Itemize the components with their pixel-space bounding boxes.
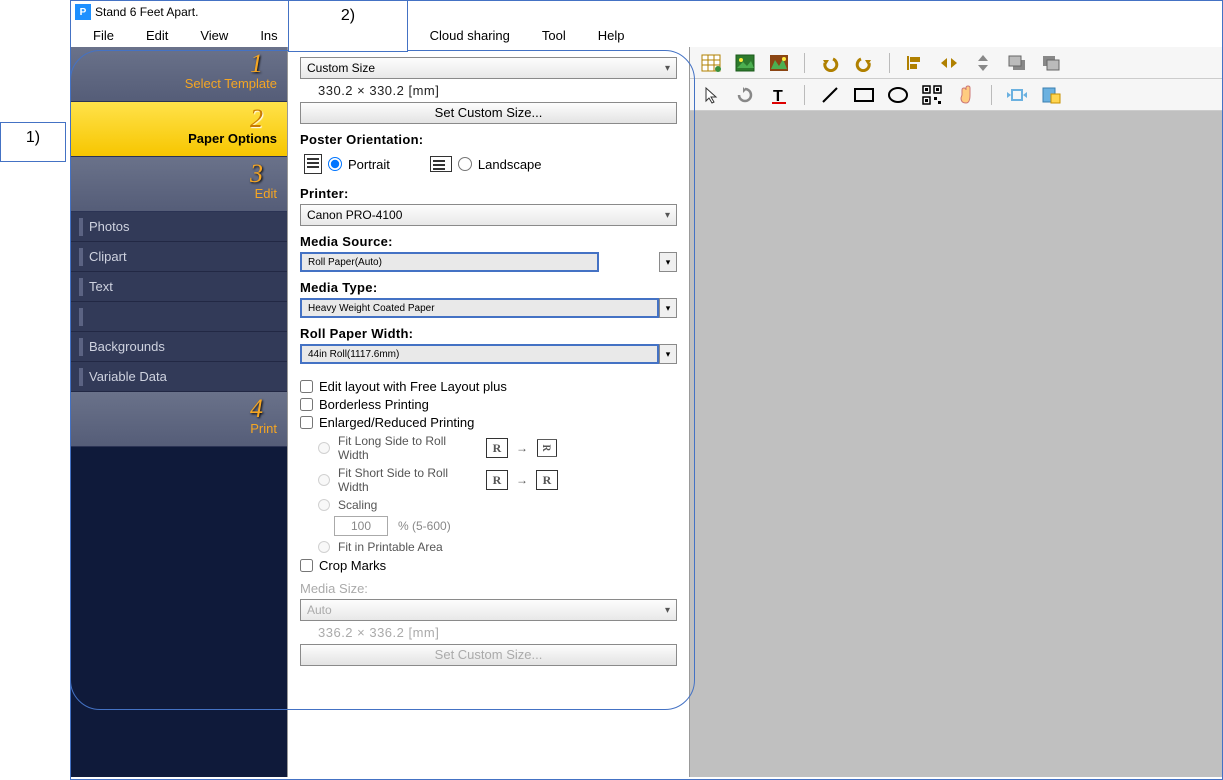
arrow-right-icon: → xyxy=(516,441,528,455)
printer-label: Printer: xyxy=(300,186,677,201)
app-window: P Stand 6 Feet Apart. rArtist File Edit … xyxy=(70,0,1223,780)
media-type-label: Media Type: xyxy=(300,280,677,295)
qr-code-icon[interactable] xyxy=(919,83,945,107)
bring-front-icon[interactable] xyxy=(1004,51,1030,75)
portrait-icon xyxy=(304,154,322,174)
sidebar-item-blank[interactable] xyxy=(71,302,287,332)
menu-cloud-sharing[interactable]: Cloud sharing xyxy=(414,26,526,45)
svg-text:T: T xyxy=(773,88,783,104)
sidebar-item-photos[interactable]: Photos xyxy=(71,212,287,242)
free-layout-checkbox[interactable] xyxy=(300,380,313,393)
poster-orientation-label: Poster Orientation: xyxy=(300,132,677,147)
line-icon[interactable] xyxy=(817,83,843,107)
grid-icon[interactable] xyxy=(698,51,724,75)
roll-width-label: Roll Paper Width: xyxy=(300,326,677,341)
sidebar: 1 Select Template 2 Paper Options 3 Edit… xyxy=(71,47,287,777)
callout-1: 1) xyxy=(0,122,66,162)
step-label: Select Template xyxy=(185,76,277,91)
portrait-radio[interactable] xyxy=(328,157,342,171)
window-title: Stand 6 Feet Apart. xyxy=(95,5,198,19)
app-icon: P xyxy=(75,4,91,20)
mountains-icon[interactable] xyxy=(766,51,792,75)
chevron-down-icon[interactable]: ▾ xyxy=(659,344,677,364)
printer-dropdown[interactable]: Canon PRO-4100 ▾ xyxy=(300,204,677,226)
step-print[interactable]: 4 Print xyxy=(71,392,287,447)
borderless-checkbox[interactable] xyxy=(300,398,313,411)
sidebar-item-text[interactable]: Text xyxy=(71,272,287,302)
media-type-select[interactable]: Heavy Weight Coated Paper xyxy=(300,298,659,318)
crop-marks-checkbox[interactable] xyxy=(300,559,313,572)
toolbar-primary xyxy=(690,47,1222,79)
fit-short-side-radio[interactable]: Fit Short Side to Roll Width R → R xyxy=(318,466,677,494)
resize-icon[interactable] xyxy=(1004,83,1030,107)
chevron-down-icon: ▾ xyxy=(665,605,670,616)
r-icon: R xyxy=(536,470,558,490)
arrow-right-icon: → xyxy=(516,473,528,487)
canvas-area: T xyxy=(690,47,1222,777)
media-source-select[interactable]: Roll Paper(Auto) xyxy=(300,252,599,272)
step-label: Paper Options xyxy=(188,131,277,146)
hand-icon[interactable] xyxy=(953,83,979,107)
rotate-icon[interactable] xyxy=(732,83,758,107)
scaling-radio[interactable]: Scaling xyxy=(318,498,677,512)
chevron-down-icon[interactable]: ▾ xyxy=(659,252,677,272)
step-select-template[interactable]: 1 Select Template xyxy=(71,47,287,102)
rectangle-icon[interactable] xyxy=(851,83,877,107)
sidebar-item-backgrounds[interactable]: Backgrounds xyxy=(71,332,287,362)
set-custom-size-button-2: Set Custom Size... xyxy=(300,644,677,666)
fit-printable-radio[interactable]: Fit in Printable Area xyxy=(318,540,677,554)
landscape-icon xyxy=(430,156,452,172)
media-source-label: Media Source: xyxy=(300,234,677,249)
fit-long-side-radio[interactable]: Fit Long Side to Roll Width R → R xyxy=(318,434,677,462)
sidebar-item-variable-data[interactable]: Variable Data xyxy=(71,362,287,392)
flip-horizontal-icon[interactable] xyxy=(936,51,962,75)
media-size-label: Media Size: xyxy=(300,581,677,596)
menubar: File Edit View Ins Cloud sharing Tool He… xyxy=(71,23,1222,47)
menu-tool[interactable]: Tool xyxy=(526,26,582,45)
menu-help[interactable]: Help xyxy=(582,26,641,45)
r-rotated-icon: R xyxy=(537,439,557,457)
set-custom-size-button[interactable]: Set Custom Size... xyxy=(300,102,677,124)
chevron-down-icon[interactable]: ▾ xyxy=(659,298,677,318)
pointer-icon[interactable] xyxy=(698,83,724,107)
toolbar-secondary: T xyxy=(690,79,1222,111)
undo-icon[interactable] xyxy=(817,51,843,75)
chevron-down-icon: ▾ xyxy=(665,63,670,74)
image-icon[interactable] xyxy=(732,51,758,75)
paper-options-panel: Custom Size ▾ 330.2 × 330.2 [mm] Set Cus… xyxy=(287,47,690,777)
landscape-radio[interactable] xyxy=(458,157,472,171)
scale-input[interactable]: 100 xyxy=(334,516,388,536)
menu-file[interactable]: File xyxy=(77,26,130,45)
poster-size-dim: 330.2 × 330.2 [mm] xyxy=(300,79,677,102)
sidebar-item-clipart[interactable]: Clipart xyxy=(71,242,287,272)
menu-edit[interactable]: Edit xyxy=(130,26,184,45)
chevron-down-icon: ▾ xyxy=(665,210,670,221)
redo-icon[interactable] xyxy=(851,51,877,75)
ellipse-icon[interactable] xyxy=(885,83,911,107)
properties-icon[interactable] xyxy=(1038,83,1064,107)
r-icon: R xyxy=(486,438,508,458)
orientation-portrait[interactable]: Portrait xyxy=(304,154,390,174)
media-size-dropdown: Auto ▾ xyxy=(300,599,677,621)
enlarged-reduced-checkbox[interactable] xyxy=(300,416,313,429)
send-back-icon[interactable] xyxy=(1038,51,1064,75)
align-left-icon[interactable] xyxy=(902,51,928,75)
callout-2: 2) xyxy=(288,0,408,52)
step-edit[interactable]: 3 Edit xyxy=(71,157,287,212)
menu-insert[interactable]: Ins xyxy=(244,26,293,45)
media-size-dim: 336.2 × 336.2 [mm] xyxy=(300,621,677,644)
r-icon: R xyxy=(486,470,508,490)
titlebar: P Stand 6 Feet Apart. rArtist xyxy=(71,1,1222,23)
step-paper-options[interactable]: 2 Paper Options xyxy=(71,102,287,157)
poster-size-dropdown[interactable]: Custom Size ▾ xyxy=(300,57,677,79)
text-icon[interactable]: T xyxy=(766,83,792,107)
menu-view[interactable]: View xyxy=(184,26,244,45)
canvas[interactable] xyxy=(690,111,1222,777)
flip-vertical-icon[interactable] xyxy=(970,51,996,75)
orientation-landscape[interactable]: Landscape xyxy=(430,156,542,172)
roll-width-select[interactable]: 44in Roll(1117.6mm) xyxy=(300,344,659,364)
